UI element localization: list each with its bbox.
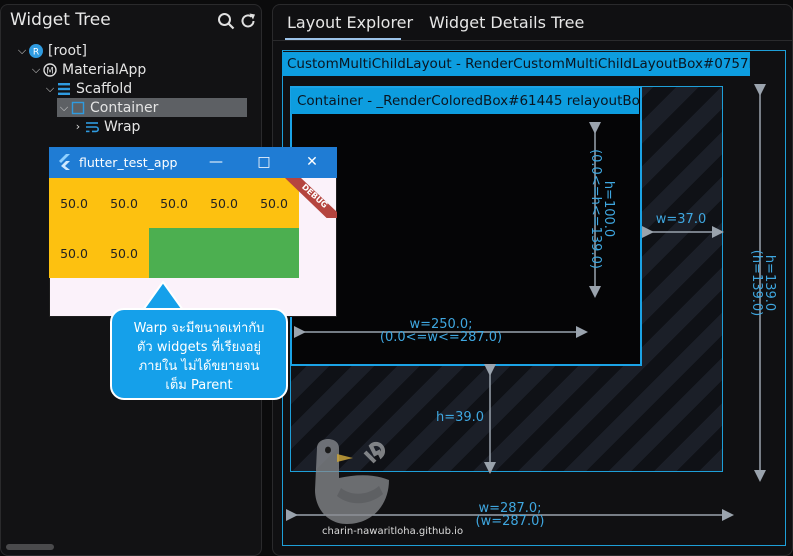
inner-height-label: h=100.0 (0.0<=h<=139.0) <box>588 149 616 269</box>
flutter-logo-icon <box>59 154 70 170</box>
callout-line: เต็ม Parent <box>165 378 233 393</box>
wrap-child: 50.0 <box>199 178 249 228</box>
wrap-child: 50.0 <box>99 228 149 278</box>
close-icon[interactable]: ✕ <box>302 152 322 172</box>
callout-line: Warp จะมีขนาดเท่ากับ <box>133 321 265 336</box>
callout-line: ภายใน ไม่ได้ขยายจน <box>138 359 260 374</box>
inner-width-label: w=250.0; (0.0<=w<=287.0) <box>366 318 516 344</box>
outer-height-label: h=139.0 (h=139.0) <box>749 233 777 333</box>
container-background <box>149 228 299 278</box>
wrap-child: 50.0 <box>149 178 199 228</box>
outer-width-label: w=287.0; (w=287.0) <box>460 502 560 528</box>
wrap-child: 50.0 <box>99 178 149 228</box>
credit-text: charin-nawaritloha.github.io <box>322 526 464 537</box>
annotation-callout: Warp จะมีขนาดเท่ากับ ตัว widgets ที่เรีย… <box>110 308 288 400</box>
debug-banner: DEBUG <box>285 178 337 218</box>
maximize-icon[interactable]: □ <box>254 152 274 172</box>
dimension-range: (h=139.0) <box>749 249 764 317</box>
dimension-range: (0.0<=h<=139.0) <box>588 149 603 269</box>
wrap-child: 50.0 <box>49 178 99 228</box>
bottom-gap-height-label: h=39.0 <box>435 410 485 425</box>
minimize-icon[interactable]: — <box>206 152 226 172</box>
callout-line: ตัว widgets ที่เรียงอยู่ <box>136 340 261 355</box>
dart-duck-mascot-icon <box>315 439 389 524</box>
right-gap-width-label: w=37.0 <box>655 212 707 227</box>
wrap-child: 50.0 <box>49 228 99 278</box>
dimension-range: (w=287.0) <box>475 514 545 529</box>
dimension-range: (0.0<=w<=287.0) <box>379 330 503 345</box>
app-window-title: flutter_test_app <box>79 155 178 170</box>
dimension-value: h=139.0 <box>762 254 777 312</box>
dimension-value: h=100.0 <box>601 180 616 238</box>
